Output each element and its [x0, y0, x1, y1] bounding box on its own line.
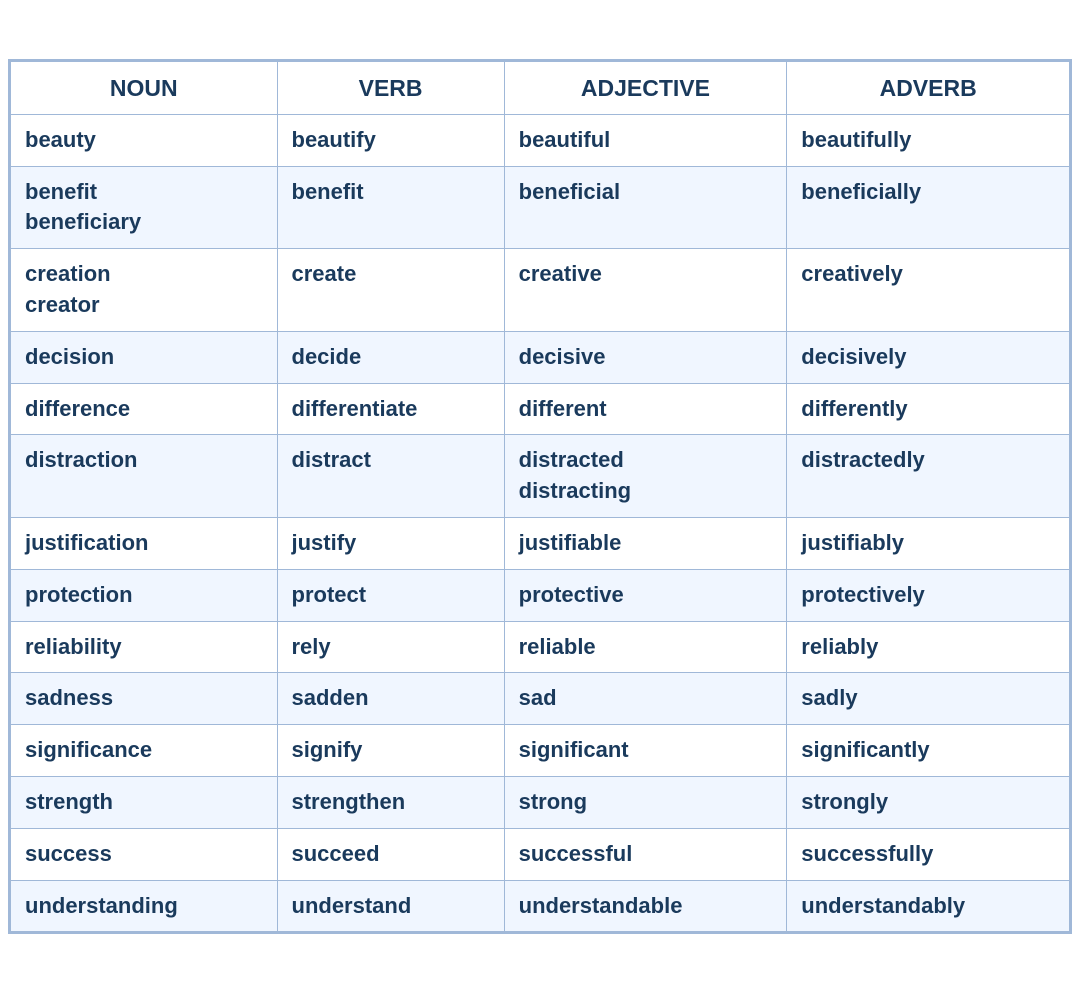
cell-noun: decision — [11, 331, 278, 383]
table-row: understandingunderstandunderstandableund… — [11, 880, 1070, 932]
cell-adverb: distractedly — [787, 435, 1070, 518]
cell-noun: benefitbeneficiary — [11, 166, 278, 249]
cell-adjective: understandable — [504, 880, 787, 932]
cell-adverb: understandably — [787, 880, 1070, 932]
table-row: justificationjustifyjustifiablejustifiab… — [11, 517, 1070, 569]
cell-adjective: sad — [504, 673, 787, 725]
cell-noun: difference — [11, 383, 278, 435]
cell-adverb: beautifully — [787, 114, 1070, 166]
table-row: protectionprotectprotectiveprotectively — [11, 569, 1070, 621]
cell-verb: understand — [277, 880, 504, 932]
table-row: reliabilityrelyreliablereliably — [11, 621, 1070, 673]
header-adjective: ADJECTIVE — [504, 61, 787, 114]
cell-verb: benefit — [277, 166, 504, 249]
header-verb: VERB — [277, 61, 504, 114]
table-row: creationcreatorcreatecreativecreatively — [11, 249, 1070, 332]
cell-noun: protection — [11, 569, 278, 621]
cell-adjective: successful — [504, 828, 787, 880]
word-forms-table: NOUN VERB ADJECTIVE ADVERB beautybeautif… — [10, 61, 1070, 933]
cell-noun: success — [11, 828, 278, 880]
cell-adverb: reliably — [787, 621, 1070, 673]
cell-adverb: sadly — [787, 673, 1070, 725]
table-row: distractiondistractdistracteddistracting… — [11, 435, 1070, 518]
cell-adjective: creative — [504, 249, 787, 332]
cell-noun: sadness — [11, 673, 278, 725]
table-row: decisiondecidedecisivedecisively — [11, 331, 1070, 383]
cell-adverb: strongly — [787, 776, 1070, 828]
cell-adverb: differently — [787, 383, 1070, 435]
cell-adjective: justifiable — [504, 517, 787, 569]
cell-adverb: justifiably — [787, 517, 1070, 569]
cell-noun: justification — [11, 517, 278, 569]
cell-adverb: protectively — [787, 569, 1070, 621]
cell-verb: protect — [277, 569, 504, 621]
cell-noun: understanding — [11, 880, 278, 932]
cell-adverb: significantly — [787, 725, 1070, 777]
cell-verb: distract — [277, 435, 504, 518]
cell-adjective: beautiful — [504, 114, 787, 166]
table-row: significancesignifysignificantsignifican… — [11, 725, 1070, 777]
cell-noun: creationcreator — [11, 249, 278, 332]
cell-adjective: different — [504, 383, 787, 435]
table-row: benefitbeneficiarybenefitbeneficialbenef… — [11, 166, 1070, 249]
cell-verb: justify — [277, 517, 504, 569]
table-row: beautybeautifybeautifulbeautifully — [11, 114, 1070, 166]
cell-verb: rely — [277, 621, 504, 673]
header-row: NOUN VERB ADJECTIVE ADVERB — [11, 61, 1070, 114]
word-forms-table-wrapper: NOUN VERB ADJECTIVE ADVERB beautybeautif… — [8, 59, 1072, 935]
cell-noun: distraction — [11, 435, 278, 518]
cell-verb: create — [277, 249, 504, 332]
cell-verb: strengthen — [277, 776, 504, 828]
cell-verb: decide — [277, 331, 504, 383]
cell-adverb: beneficially — [787, 166, 1070, 249]
table-row: strengthstrengthenstrongstrongly — [11, 776, 1070, 828]
cell-adjective: reliable — [504, 621, 787, 673]
cell-noun: reliability — [11, 621, 278, 673]
cell-verb: signify — [277, 725, 504, 777]
cell-adverb: decisively — [787, 331, 1070, 383]
cell-adverb: successfully — [787, 828, 1070, 880]
table-row: successsucceedsuccessfulsuccessfully — [11, 828, 1070, 880]
cell-verb: succeed — [277, 828, 504, 880]
cell-adverb: creatively — [787, 249, 1070, 332]
header-noun: NOUN — [11, 61, 278, 114]
cell-verb: differentiate — [277, 383, 504, 435]
cell-adjective: strong — [504, 776, 787, 828]
header-adverb: ADVERB — [787, 61, 1070, 114]
cell-adjective: beneficial — [504, 166, 787, 249]
table-row: differencedifferentiatedifferentdifferen… — [11, 383, 1070, 435]
cell-adjective: distracteddistracting — [504, 435, 787, 518]
cell-noun: strength — [11, 776, 278, 828]
cell-adjective: protective — [504, 569, 787, 621]
cell-adjective: decisive — [504, 331, 787, 383]
cell-noun: significance — [11, 725, 278, 777]
cell-adjective: significant — [504, 725, 787, 777]
cell-verb: beautify — [277, 114, 504, 166]
cell-noun: beauty — [11, 114, 278, 166]
cell-verb: sadden — [277, 673, 504, 725]
table-row: sadnesssaddensadsadly — [11, 673, 1070, 725]
